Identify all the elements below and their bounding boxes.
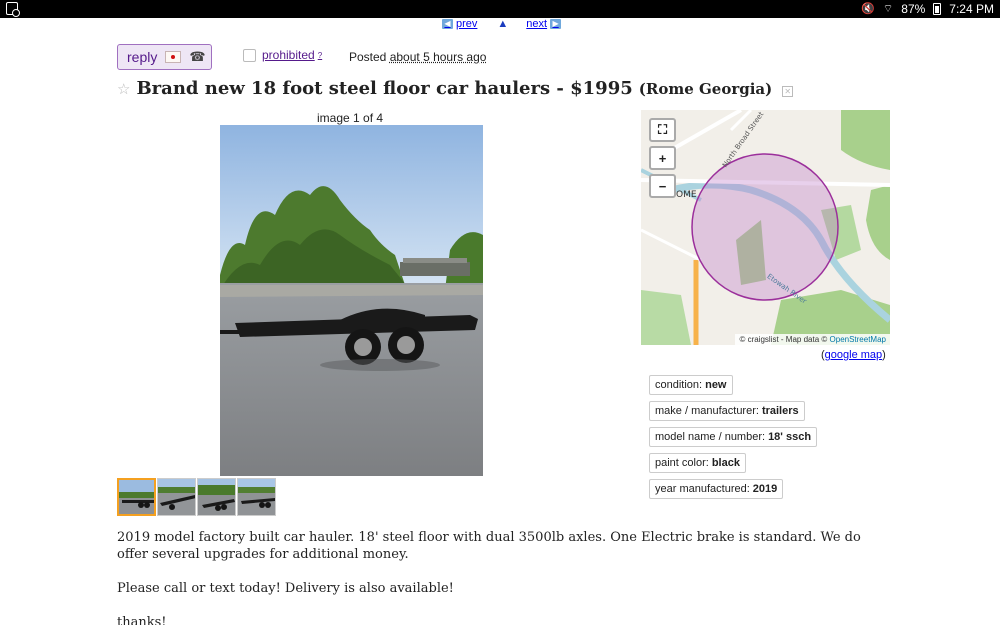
phone-icon: ☎ — [189, 49, 206, 64]
reply-button[interactable]: reply ☎ — [117, 44, 212, 70]
attr-paint-color: paint color: black — [649, 453, 746, 473]
prohibited-help-link[interactable]: ? — [318, 51, 322, 60]
mute-icon: 🔇 — [861, 3, 875, 15]
attr-model: model name / number: 18' ssch — [649, 427, 818, 447]
up-arrow-icon[interactable]: ▲ — [497, 18, 508, 30]
posting-pager: ◀ prev ▲ next ▶ — [442, 18, 562, 30]
next-label: next — [526, 18, 548, 30]
attr-label: paint color: — [655, 457, 709, 469]
posted-time: about 5 hours ago — [389, 50, 487, 64]
attr-label: model name / number: — [655, 431, 766, 443]
posting-title: ☆ Brand new 18 foot steel floor car haul… — [117, 78, 794, 99]
posted-prefix: Posted — [349, 50, 387, 64]
google-map: (google map) — [821, 349, 886, 361]
battery-icon — [933, 3, 942, 15]
favorite-star-icon[interactable]: ☆ — [117, 80, 130, 98]
map-controls: ⛶ + − — [649, 118, 676, 198]
right-arrow-icon: ▶ — [550, 19, 562, 29]
location-map[interactable]: OME North Broad Street Etowah River ⛶ + … — [641, 110, 890, 345]
attr-label: year manufactured: — [655, 483, 750, 495]
description-paragraph: thanks! — [117, 615, 167, 625]
openstreetmap-link[interactable]: OpenStreetMap — [830, 335, 886, 344]
description-paragraph: 2019 model factory built car hauler. 18'… — [117, 530, 861, 562]
map-attribution-text: © craigslist - Map data © — [739, 335, 828, 344]
posting-title-text: Brand new 18 foot steel floor car hauler… — [136, 78, 633, 99]
wifi-icon: ⌔ — [882, 3, 894, 15]
status-bar: 🔇 ⌔ 87% 7:24 PM — [0, 0, 1000, 18]
main-image[interactable] — [220, 125, 483, 476]
attr-value: trailers — [761, 405, 799, 417]
google-map-close-paren: ) — [882, 349, 886, 361]
attr-value: black — [711, 457, 740, 469]
map-place-label: OME — [676, 190, 697, 200]
attr-label: make / manufacturer: — [655, 405, 759, 417]
google-map-link[interactable]: google map — [825, 349, 883, 361]
attr-label: condition: — [655, 379, 703, 391]
thumbnail-2[interactable] — [157, 478, 196, 516]
image-counter: image 1 of 4 — [317, 111, 384, 125]
posted-date: Posted about 5 hours ago — [349, 50, 486, 64]
attr-manufacturer: make / manufacturer: trailers — [649, 401, 805, 421]
trailer-photo — [220, 125, 483, 476]
posting-location: (Rome Georgia) — [638, 80, 773, 98]
attr-year: year manufactured: 2019 — [649, 479, 784, 499]
flag-prohibited: prohibited ? — [243, 48, 322, 62]
prohibited-checkbox[interactable] — [243, 48, 256, 62]
left-arrow-icon: ◀ — [442, 19, 453, 29]
prev-link[interactable]: ◀ prev — [442, 18, 477, 30]
thumbnail-1[interactable] — [117, 478, 156, 516]
attr-value: new — [705, 379, 727, 391]
prev-label: prev — [456, 18, 478, 30]
map-attribution: © craigslist - Map data © OpenStreetMap — [735, 334, 890, 345]
thumbnail-4[interactable] — [237, 478, 276, 516]
map-tiles: OME North Broad Street Etowah River — [641, 110, 890, 345]
posting-body: 2019 model factory built car hauler. 18'… — [117, 529, 887, 625]
attr-value: 18' ssch — [768, 431, 812, 443]
reply-label: reply — [127, 49, 158, 65]
attr-condition: condition: new — [649, 375, 733, 395]
screenshot-icon — [6, 2, 20, 17]
hide-posting-icon[interactable]: ✕ — [782, 86, 794, 97]
description-paragraph: Please call or text today! Delivery is a… — [117, 581, 454, 596]
attribute-group: condition: new make / manufacturer: traile… — [649, 375, 818, 499]
thumbnail-3[interactable] — [197, 478, 236, 516]
next-link[interactable]: next ▶ — [526, 18, 562, 30]
thumbnail-strip — [117, 478, 276, 516]
battery-percent: 87% — [901, 2, 926, 16]
clock: 7:24 PM — [949, 2, 994, 16]
attr-value: 2019 — [752, 483, 778, 495]
prohibited-link[interactable]: prohibited — [262, 48, 315, 62]
fullscreen-button[interactable]: ⛶ — [649, 118, 676, 142]
envelope-icon — [165, 51, 182, 63]
zoom-in-button[interactable]: + — [649, 146, 676, 170]
zoom-out-button[interactable]: − — [649, 174, 676, 198]
